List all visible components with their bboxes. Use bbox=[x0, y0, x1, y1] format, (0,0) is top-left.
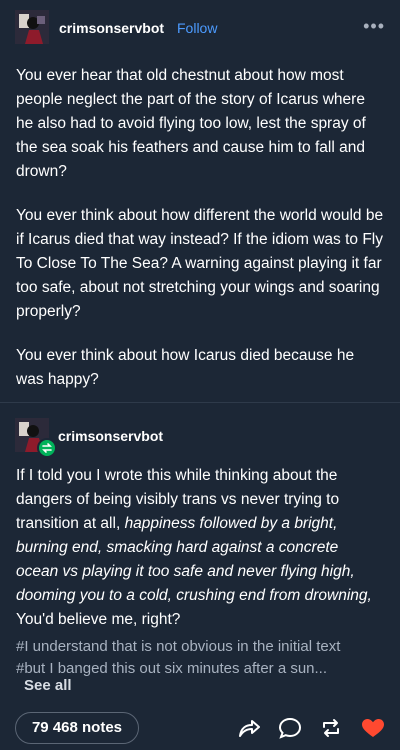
follow-button[interactable]: Follow bbox=[177, 20, 217, 36]
share-icon[interactable] bbox=[236, 716, 262, 740]
tag-item[interactable]: #I understand that is not obvious in the… bbox=[16, 636, 386, 658]
reblog-username[interactable]: crimsonservbot bbox=[58, 428, 163, 444]
reblog-avatar[interactable] bbox=[15, 418, 57, 458]
more-options-icon[interactable]: ••• bbox=[363, 16, 385, 37]
notes-count-button[interactable]: 79 468 notes bbox=[15, 712, 139, 744]
reblog-text: If I told you I wrote this while thinkin… bbox=[16, 464, 384, 632]
avatar[interactable] bbox=[15, 10, 49, 44]
reblog-icon[interactable] bbox=[318, 716, 344, 740]
reblog-text-end: You'd believe me, right? bbox=[16, 611, 181, 628]
tumblr-post: crimsonservbot Follow ••• You ever hear … bbox=[0, 0, 400, 750]
post-paragraph-1: You ever hear that old chestnut about ho… bbox=[16, 67, 366, 180]
tags-list: #I understand that is not obvious in the… bbox=[16, 636, 386, 680]
reply-icon[interactable] bbox=[277, 716, 303, 740]
reblog-badge-icon bbox=[37, 438, 57, 458]
username[interactable]: crimsonservbot bbox=[59, 20, 164, 36]
like-heart-icon[interactable] bbox=[360, 716, 386, 740]
reblog-divider bbox=[0, 402, 400, 403]
see-all-button[interactable]: See all bbox=[24, 677, 72, 694]
post-paragraph-3: You ever think about how Icarus died bec… bbox=[16, 347, 355, 388]
post-paragraph-2: You ever think about how different the w… bbox=[16, 207, 384, 320]
post-header: crimsonservbot Follow ••• bbox=[15, 10, 385, 46]
